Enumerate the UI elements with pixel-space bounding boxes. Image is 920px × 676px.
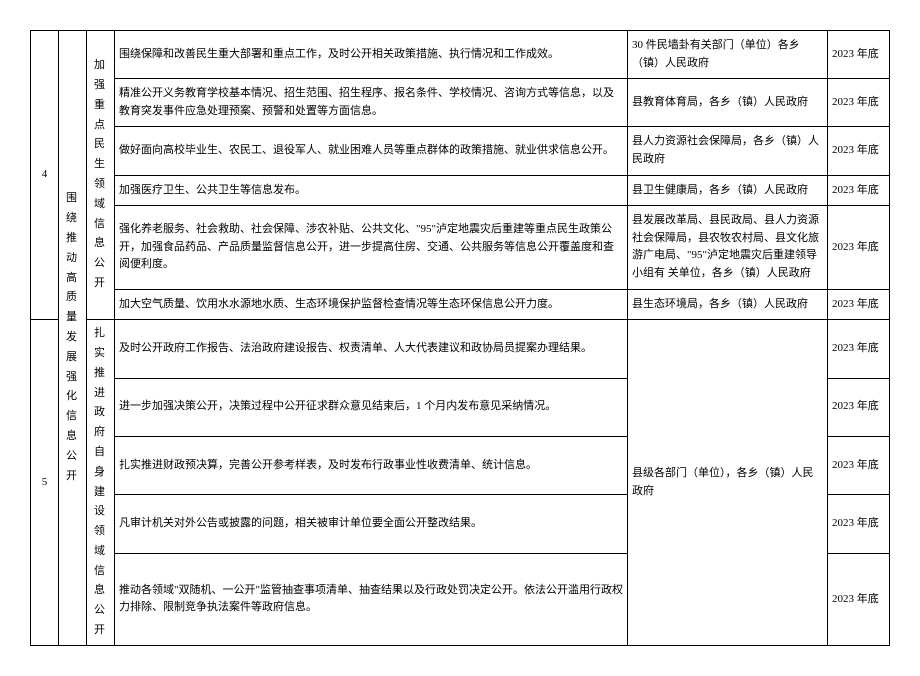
category-cell: 围绕推动高质量发展强化信息公开 — [59, 31, 87, 646]
deadline-cell: 2023 年底 — [828, 289, 890, 320]
table-row: 加强医疗卫生、公共卫生等信息发布。 县卫生健康局，各乡（镇）人民政府 2023 … — [31, 175, 890, 206]
table-row: 4 围绕推动高质量发展强化信息公开 加强重点民生领域信息公开 围绕保障和改善民生… — [31, 31, 890, 79]
deadline-cell: 2023 年底 — [828, 495, 890, 553]
policy-table: 4 围绕推动高质量发展强化信息公开 加强重点民生领域信息公开 围绕保障和改善民生… — [30, 30, 890, 646]
deadline-cell: 2023 年底 — [828, 553, 890, 645]
dept-cell: 县卫生健康局，各乡（镇）人民政府 — [628, 175, 828, 206]
deadline-cell: 2023 年底 — [828, 127, 890, 175]
dept-cell: 30 件民墙卦有关部门（单位）各乡（镇）人民政府 — [628, 31, 828, 79]
content-cell: 围绕保障和改善民生重大部署和重点工作，及时公开相关政策措施、执行情况和工作成效。 — [115, 31, 628, 79]
subcategory-cell: 扎实推进政府自身建设领域信息公开 — [87, 320, 115, 646]
content-cell: 扎实推进财政预决算，完善公开参考样表，及时发布行政事业性收费清单、统计信息。 — [115, 436, 628, 494]
subcategory-text: 加强重点民生领域信息公开 — [89, 56, 112, 294]
deadline-cell: 2023 年底 — [828, 378, 890, 436]
dept-cell: 县级各部门（单位），各乡（镇）人民政府 — [628, 320, 828, 646]
content-cell: 进一步加强决策公开，决策过程中公开征求群众意见结束后，1 个月内发布意见采纳情况… — [115, 378, 628, 436]
table-row: 加大空气质量、饮用水水源地水质、生态环境保护监督检查情况等生态环保信息公开力度。… — [31, 289, 890, 320]
document-page: 4 围绕推动高质量发展强化信息公开 加强重点民生领域信息公开 围绕保障和改善民生… — [30, 30, 890, 646]
dept-cell: 县教育体育局，各乡（镇）人民政府 — [628, 79, 828, 127]
row-index: 4 — [31, 31, 59, 320]
content-cell: 凡审计机关对外公告或披露的问题，相关被审计单位要全面公开整改结果。 — [115, 495, 628, 553]
content-cell: 加大空气质量、饮用水水源地水质、生态环境保护监督检查情况等生态环保信息公开力度。 — [115, 289, 628, 320]
dept-cell: 县人力资源社会保障局，各乡（镇）人民政府 — [628, 127, 828, 175]
subcategory-text: 扎实推进政府自身建设领域信息公开 — [89, 324, 112, 641]
content-cell: 做好面向高校毕业生、农民工、退役军人、就业困难人员等重点群体的政策措施、就业供求… — [115, 127, 628, 175]
row-index: 5 — [31, 320, 59, 646]
deadline-cell: 2023 年底 — [828, 31, 890, 79]
category-text: 围绕推动高质量发展强化信息公开 — [61, 189, 84, 486]
content-cell: 加强医疗卫生、公共卫生等信息发布。 — [115, 175, 628, 206]
content-cell: 精准公开义务教育学校基本情况、招生范围、招生程序、报名条件、学校情况、咨询方式等… — [115, 79, 628, 127]
table-row: 强化养老服务、社会救助、社会保障、涉农补贴、公共文化、"95"泸定地震灾后重建等… — [31, 206, 890, 289]
subcategory-cell: 加强重点民生领域信息公开 — [87, 31, 115, 320]
deadline-cell: 2023 年底 — [828, 436, 890, 494]
table-row: 5 扎实推进政府自身建设领域信息公开 及时公开政府工作报告、法治政府建设报告、权… — [31, 320, 890, 378]
table-row: 精准公开义务教育学校基本情况、招生范围、招生程序、报名条件、学校情况、咨询方式等… — [31, 79, 890, 127]
table-row: 做好面向高校毕业生、农民工、退役军人、就业困难人员等重点群体的政策措施、就业供求… — [31, 127, 890, 175]
deadline-cell: 2023 年底 — [828, 79, 890, 127]
dept-cell: 县生态环境局，各乡（镇）人民政府 — [628, 289, 828, 320]
dept-cell: 县发展改革局、县民政局、县人力资源社会保障局，县农牧农村局、县文化旅游广电局、"… — [628, 206, 828, 289]
deadline-cell: 2023 年底 — [828, 175, 890, 206]
content-cell: 推动各领域"双随机、一公开"监管抽查事项清单、抽查结果以及行政处罚决定公开。依法… — [115, 553, 628, 645]
content-cell: 及时公开政府工作报告、法治政府建设报告、权责清单、人大代表建议和政协局员提案办理… — [115, 320, 628, 378]
content-cell: 强化养老服务、社会救助、社会保障、涉农补贴、公共文化、"95"泸定地震灾后重建等… — [115, 206, 628, 289]
deadline-cell: 2023 年底 — [828, 206, 890, 289]
deadline-cell: 2023 年底 — [828, 320, 890, 378]
